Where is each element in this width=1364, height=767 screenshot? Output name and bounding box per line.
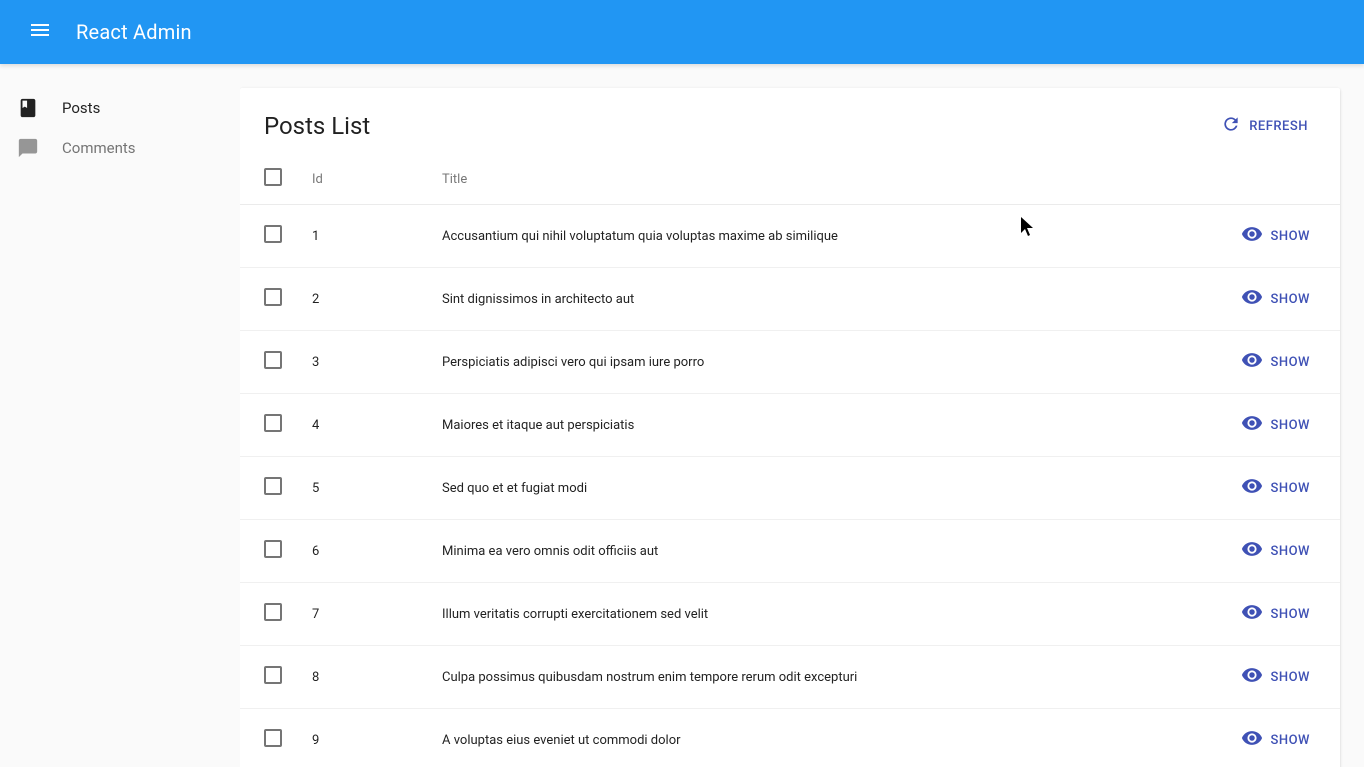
- eye-icon: [1241, 538, 1271, 564]
- sidebar-item-posts[interactable]: Posts: [0, 88, 240, 128]
- show-button[interactable]: SHOW: [1235, 597, 1317, 631]
- cell-title: Perspiciatis adipisci vero qui ipsam iur…: [430, 331, 1140, 394]
- cell-id: 1: [300, 205, 430, 268]
- table-row[interactable]: 9A voluptas eius eveniet ut commodi dolo…: [240, 709, 1340, 767]
- cell-title: Accusantium qui nihil voluptatum quia vo…: [430, 205, 1140, 268]
- cell-id: 8: [300, 646, 430, 709]
- show-label: SHOW: [1271, 544, 1311, 559]
- row-checkbox[interactable]: [264, 603, 282, 621]
- table-row[interactable]: 2Sint dignissimos in architecto aut SHOW: [240, 268, 1340, 331]
- column-header-id[interactable]: Id: [300, 152, 430, 205]
- eye-icon: [1241, 223, 1271, 249]
- show-label: SHOW: [1271, 670, 1311, 685]
- hamburger-icon: [28, 18, 52, 46]
- cell-id: 9: [300, 709, 430, 767]
- show-button[interactable]: SHOW: [1235, 723, 1317, 757]
- show-label: SHOW: [1271, 229, 1311, 244]
- table-row[interactable]: 3Perspiciatis adipisci vero qui ipsam iu…: [240, 331, 1340, 394]
- show-label: SHOW: [1271, 607, 1311, 622]
- book-icon: [16, 96, 40, 120]
- cell-id: 4: [300, 394, 430, 457]
- show-button[interactable]: SHOW: [1235, 534, 1317, 568]
- row-checkbox[interactable]: [264, 225, 282, 243]
- cell-title: Maiores et itaque aut perspiciatis: [430, 394, 1140, 457]
- sidebar-item-comments[interactable]: Comments: [0, 128, 240, 168]
- content-area: Posts List REFRESH Id Title: [240, 64, 1364, 767]
- eye-icon: [1241, 601, 1271, 627]
- cell-id: 5: [300, 457, 430, 520]
- show-label: SHOW: [1271, 481, 1311, 496]
- select-all-checkbox[interactable]: [264, 168, 282, 186]
- posts-table: Id Title 1Accusantium qui nihil voluptat…: [240, 152, 1340, 767]
- show-label: SHOW: [1271, 418, 1311, 433]
- app-title: React Admin: [76, 20, 192, 44]
- appbar: React Admin: [0, 0, 1364, 64]
- cell-id: 7: [300, 583, 430, 646]
- show-label: SHOW: [1271, 355, 1311, 370]
- page-title: Posts List: [264, 112, 370, 140]
- row-checkbox[interactable]: [264, 477, 282, 495]
- row-checkbox[interactable]: [264, 414, 282, 432]
- table-row[interactable]: 4Maiores et itaque aut perspiciatis SHOW: [240, 394, 1340, 457]
- eye-icon: [1241, 286, 1271, 312]
- cell-id: 3: [300, 331, 430, 394]
- sidebar: Posts Comments: [0, 64, 240, 767]
- sidebar-item-label: Comments: [62, 139, 136, 157]
- eye-icon: [1241, 664, 1271, 690]
- row-checkbox[interactable]: [264, 666, 282, 684]
- row-checkbox[interactable]: [264, 351, 282, 369]
- cell-id: 6: [300, 520, 430, 583]
- table-row[interactable]: 1Accusantium qui nihil voluptatum quia v…: [240, 205, 1340, 268]
- comment-icon: [16, 136, 40, 160]
- eye-icon: [1241, 475, 1271, 501]
- show-button[interactable]: SHOW: [1235, 345, 1317, 379]
- show-label: SHOW: [1271, 733, 1311, 748]
- show-button[interactable]: SHOW: [1235, 219, 1317, 253]
- sidebar-item-label: Posts: [62, 99, 100, 117]
- refresh-icon: [1221, 114, 1249, 138]
- cell-title: Culpa possimus quibusdam nostrum enim te…: [430, 646, 1140, 709]
- cell-title: Sint dignissimos in architecto aut: [430, 268, 1140, 331]
- show-label: SHOW: [1271, 292, 1311, 307]
- refresh-button[interactable]: REFRESH: [1213, 108, 1316, 144]
- row-checkbox[interactable]: [264, 288, 282, 306]
- cell-title: Minima ea vero omnis odit officiis aut: [430, 520, 1140, 583]
- show-button[interactable]: SHOW: [1235, 471, 1317, 505]
- table-row[interactable]: 8Culpa possimus quibusdam nostrum enim t…: [240, 646, 1340, 709]
- show-button[interactable]: SHOW: [1235, 282, 1317, 316]
- show-button[interactable]: SHOW: [1235, 660, 1317, 694]
- column-header-title[interactable]: Title: [430, 152, 1140, 205]
- row-checkbox[interactable]: [264, 729, 282, 747]
- refresh-label: REFRESH: [1249, 119, 1308, 134]
- cell-title: Illum veritatis corrupti exercitationem …: [430, 583, 1140, 646]
- table-row[interactable]: 5Sed quo et et fugiat modi SHOW: [240, 457, 1340, 520]
- table-row[interactable]: 6Minima ea vero omnis odit officiis aut S…: [240, 520, 1340, 583]
- table-row[interactable]: 7Illum veritatis corrupti exercitationem…: [240, 583, 1340, 646]
- row-checkbox[interactable]: [264, 540, 282, 558]
- cell-title: A voluptas eius eveniet ut commodi dolor: [430, 709, 1140, 767]
- cell-id: 2: [300, 268, 430, 331]
- eye-icon: [1241, 349, 1271, 375]
- eye-icon: [1241, 412, 1271, 438]
- eye-icon: [1241, 727, 1271, 753]
- posts-card: Posts List REFRESH Id Title: [240, 88, 1340, 767]
- menu-toggle-button[interactable]: [16, 8, 64, 56]
- cell-title: Sed quo et et fugiat modi: [430, 457, 1140, 520]
- show-button[interactable]: SHOW: [1235, 408, 1317, 442]
